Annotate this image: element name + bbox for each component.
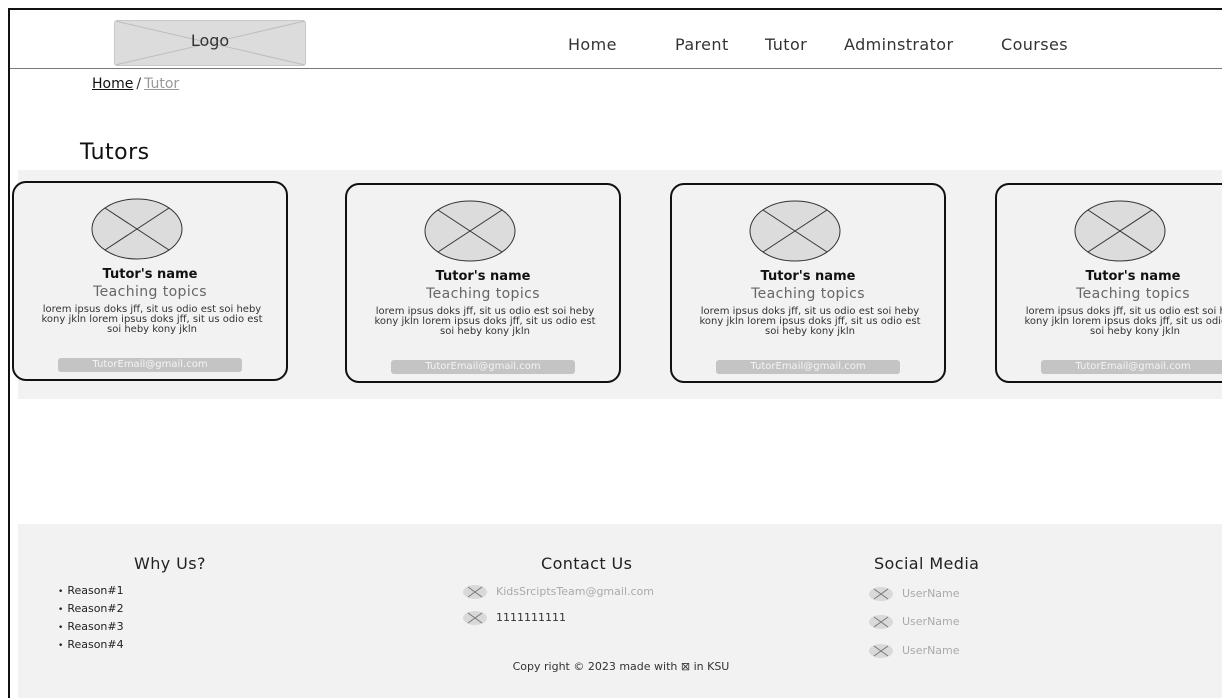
reason-item: Reason#4 <box>58 636 123 654</box>
social-account-row[interactable]: UserName <box>868 614 960 630</box>
tutor-description: lorem ipsus doks jff, sit us odio est so… <box>1024 306 1222 337</box>
tutor-card[interactable]: Tutor's name Teaching topics lorem ipsus… <box>995 183 1222 383</box>
reason-item: Reason#3 <box>58 618 123 636</box>
social-username: UserName <box>902 587 960 600</box>
social-media-heading: Social Media <box>874 554 980 573</box>
avatar-placeholder-icon <box>91 198 183 260</box>
header-divider <box>10 68 1222 69</box>
email-placeholder-icon <box>463 585 487 599</box>
tutor-name: Tutor's name <box>435 269 531 284</box>
nav-link-tutor[interactable]: Tutor <box>765 35 807 54</box>
tutor-card[interactable]: Tutor's name Teaching topics lorem ipsus… <box>345 183 621 383</box>
why-us-heading: Why Us? <box>134 554 206 573</box>
tutor-email[interactable]: TutorEmail@gmail.com <box>1041 360 1222 374</box>
site-footer: Why Us? Reason#1 Reason#2 Reason#3 Reaso… <box>18 524 1222 698</box>
avatar-placeholder-icon <box>749 200 841 262</box>
tutor-email[interactable]: TutorEmail@gmail.com <box>391 360 575 374</box>
reasons-list: Reason#1 Reason#2 Reason#3 Reason#4 <box>58 582 123 654</box>
tutor-email[interactable]: TutorEmail@gmail.com <box>58 358 242 372</box>
page-frame: Logo Home Parent Tutor Adminstrator Cour… <box>8 8 1222 698</box>
tutor-cards-section: Tutor's name Teaching topics lorem ipsus… <box>12 170 1222 399</box>
phone-placeholder-icon <box>463 611 487 625</box>
contact-phone-row[interactable]: 1111111111 <box>462 610 566 626</box>
social-account-row[interactable]: UserName <box>868 586 960 602</box>
avatar-placeholder-icon <box>1074 200 1166 262</box>
contact-phone: 1111111111 <box>496 611 566 624</box>
tutor-topics: Teaching topics <box>751 286 865 302</box>
contact-email: KidsSrciptsTeam@gmail.com <box>496 585 654 598</box>
social-placeholder-icon <box>869 587 893 601</box>
tutor-name: Tutor's name <box>102 267 198 282</box>
tutor-topics: Teaching topics <box>93 284 207 300</box>
breadcrumb-current[interactable]: Tutor <box>144 76 179 92</box>
nav-link-parent[interactable]: Parent <box>675 35 729 54</box>
avatar-placeholder-icon <box>424 200 516 262</box>
tutor-topics: Teaching topics <box>1076 286 1190 302</box>
reason-item: Reason#1 <box>58 582 123 600</box>
tutor-name: Tutor's name <box>1085 269 1181 284</box>
tutor-description: lorem ipsus doks jff, sit us odio est so… <box>41 304 263 335</box>
contact-us-heading: Contact Us <box>541 554 633 573</box>
nav-link-adminstrator[interactable]: Adminstrator <box>844 35 953 54</box>
site-header: Logo Home Parent Tutor Adminstrator Cour… <box>10 10 1222 70</box>
tutor-name: Tutor's name <box>760 269 856 284</box>
social-account-row[interactable]: UserName <box>868 643 960 659</box>
tutor-topics: Teaching topics <box>426 286 540 302</box>
social-username: UserName <box>902 615 960 628</box>
social-placeholder-icon <box>869 615 893 629</box>
logo-placeholder[interactable]: Logo <box>114 20 306 66</box>
social-username: UserName <box>902 644 960 657</box>
breadcrumb-home-link[interactable]: Home <box>92 76 133 92</box>
tutor-email[interactable]: TutorEmail@gmail.com <box>716 360 900 374</box>
contact-email-row[interactable]: KidsSrciptsTeam@gmail.com <box>462 584 654 600</box>
nav-link-courses[interactable]: Courses <box>1001 35 1068 54</box>
nav-link-home[interactable]: Home <box>568 35 617 54</box>
logo-label: Logo <box>190 31 230 50</box>
tutor-card[interactable]: Tutor's name Teaching topics lorem ipsus… <box>12 181 288 381</box>
page-title: Tutors <box>80 140 150 165</box>
tutor-description: lorem ipsus doks jff, sit us odio est so… <box>699 306 921 337</box>
tutor-card[interactable]: Tutor's name Teaching topics lorem ipsus… <box>670 183 946 383</box>
tutor-description: lorem ipsus doks jff, sit us odio est so… <box>374 306 596 337</box>
breadcrumb: Home / Tutor <box>92 76 179 92</box>
copyright-text: Copy right © 2023 made with ⊠ in KSU <box>512 660 730 673</box>
social-placeholder-icon <box>869 644 893 658</box>
reason-item: Reason#2 <box>58 600 123 618</box>
breadcrumb-separator: / <box>136 76 142 92</box>
